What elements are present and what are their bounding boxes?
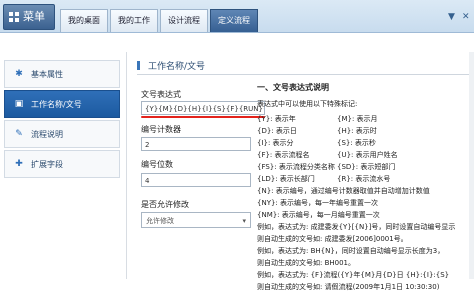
divider: [137, 74, 473, 75]
help-subtitle: 表达式中可以使用以下特殊标记:: [257, 100, 358, 108]
expr-label: 文号表达式: [141, 90, 181, 99]
sidebar-item-basic-props[interactable]: ✱ 基本属性: [4, 60, 120, 88]
section-title: 工作名称/文号: [137, 59, 205, 72]
section-title-text: 工作名称/文号: [148, 62, 206, 72]
grid-icon: [9, 12, 19, 22]
sidebar-item-flow-desc[interactable]: ✎ 流程说明: [4, 120, 120, 148]
document-icon: ▣: [14, 99, 24, 109]
allow-edit-value: 允许修改: [146, 217, 174, 225]
sidebar-item-label: 流程说明: [31, 129, 63, 139]
help-line: {NM}: 表示编号，每一月编号重置一次: [257, 211, 380, 219]
help-line: 例如，表达式为: 成建委发{Y}[{N}]号，同时设置自动编号显示: [257, 223, 456, 231]
help-line: {NY}: 表示编号，每一年编号重置一次: [257, 199, 379, 207]
sidebar-item-label: 基本属性: [31, 69, 63, 79]
help-row: {D}: 表示日 {H}: 表示时: [257, 127, 377, 135]
help-line: {N}: 表示编号，通过编号计数器取值并自动增加计数值: [257, 187, 430, 195]
tab-my-desktop[interactable]: 我的桌面: [60, 9, 108, 32]
help-line: 例如，表达式为: {F}流程({Y}年{M}月{D}日 {H}:{I}:{S}: [257, 271, 450, 279]
sidebar-item-label: 扩展字段: [31, 159, 63, 169]
section-marker: [137, 61, 140, 70]
help-row: {I}: 表示分 {S}: 表示秒: [257, 139, 376, 147]
asterisk-icon: ✱: [15, 69, 23, 79]
expr-input[interactable]: {Y}{M}{D}{H}{I}{S}{F}{RUN}{NO}: [141, 101, 265, 115]
tab-design-flow[interactable]: 设计流程: [160, 9, 208, 32]
counter-label: 编号计数器: [141, 125, 181, 134]
dropdown-icon[interactable]: ▼: [448, 12, 455, 22]
help-line: 则自动生成的文号如: 成建委发[2006]0001号。: [257, 235, 408, 243]
allow-edit-select[interactable]: 允许修改 ▾: [141, 212, 251, 228]
tab-bar: 我的桌面 我的工作 设计流程 定义流程: [60, 9, 260, 32]
allow-edit-label: 是否允许修改: [141, 200, 189, 209]
digits-input[interactable]: 4: [141, 173, 251, 187]
edit-icon: ✎: [15, 129, 23, 139]
digits-label: 编号位数: [141, 160, 173, 169]
scrollbar[interactable]: [469, 52, 474, 279]
help-row: {F}: 表示流程名 {U}: 表示用户姓名: [257, 151, 398, 159]
main-panel: 工作名称/文号 文号表达式 {Y}{M}{D}{H}{I}{S}{F}{RUN}…: [126, 52, 474, 291]
tab-define-flow[interactable]: 定义流程: [210, 9, 258, 32]
help-row: {LD}: 表示长部门 {R}: 表示流水号: [257, 175, 391, 183]
help-title: 一、文号表达式说明: [257, 83, 329, 92]
top-bar: 菜单 我的桌面 我的工作 设计流程 定义流程 ▼ ✕: [0, 0, 474, 33]
sidebar-item-ext-fields[interactable]: ✚ 扩展字段: [4, 150, 120, 178]
sidebar-item-label: 工作名称/文号: [31, 99, 82, 109]
tab-my-work[interactable]: 我的工作: [110, 9, 158, 32]
counter-input[interactable]: 2: [141, 137, 251, 151]
help-line: 例如，表达式为: BH{N}，同时设置自动编号显示长度为3，: [257, 247, 445, 255]
plus-icon: ✚: [15, 159, 23, 169]
menu-button[interactable]: 菜单: [3, 4, 55, 30]
help-panel: 一、文号表达式说明 表达式中可以使用以下特殊标记: {Y}: 表示年 {M}: 表…: [257, 82, 462, 293]
menu-label: 菜单: [23, 10, 45, 23]
chevron-down-icon: ▾: [242, 217, 246, 225]
red-underline-annotation: [141, 116, 265, 118]
sidebar: ✱ 基本属性 ▣ 工作名称/文号 ✎ 流程说明 ✚ 扩展字段: [4, 60, 120, 180]
help-line: 则自动生成的文号如: BH001。: [257, 259, 356, 267]
sidebar-item-work-name[interactable]: ▣ 工作名称/文号: [4, 90, 120, 118]
help-line: 则自动生成的文号如: 请假流程(2009年1月1日 10:30:30): [257, 283, 440, 291]
help-row: {Y}: 表示年 {M}: 表示月: [257, 115, 378, 123]
help-row: {FS}: 表示流程分类名称 {SD}: 表示短部门: [257, 163, 396, 171]
close-icon[interactable]: ✕: [462, 12, 470, 22]
